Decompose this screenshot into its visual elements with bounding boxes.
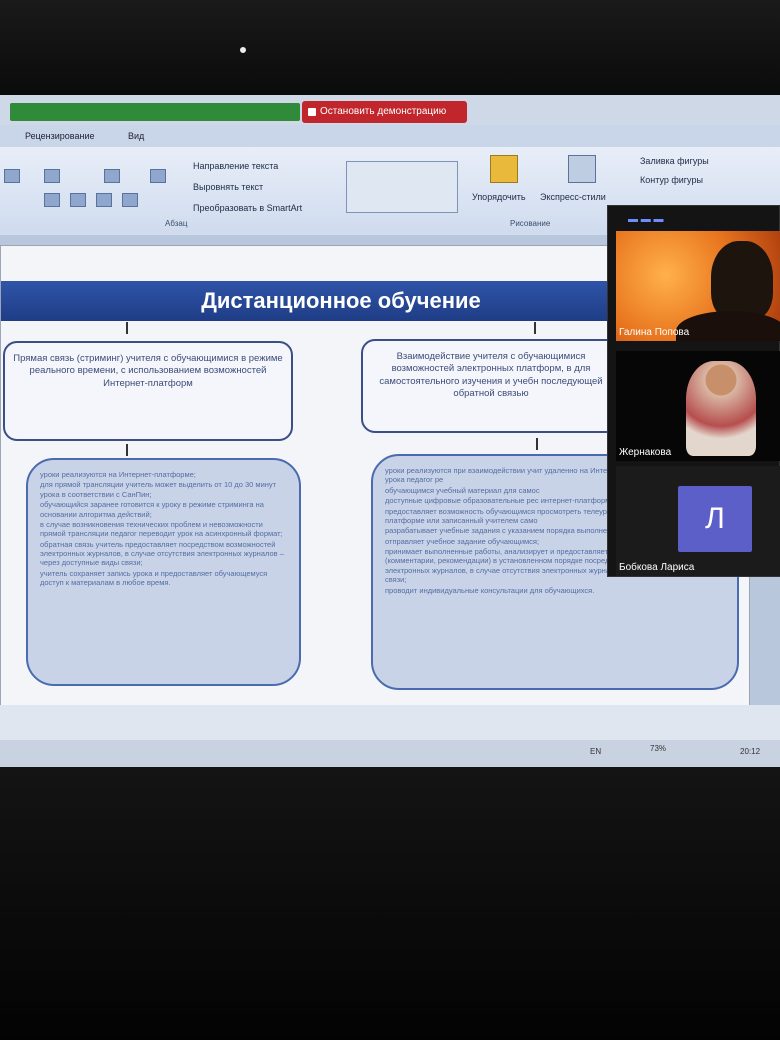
slide-title: Дистанционное обучение [1, 281, 681, 321]
right-concept-box: Взаимодействие учителя с обучающимися во… [361, 339, 621, 433]
text-direction-button[interactable]: Направление текста [193, 161, 278, 171]
arrange-button[interactable]: Упорядочить [472, 192, 526, 202]
bullets-icon[interactable] [44, 169, 60, 183]
zoom-level[interactable]: 73% [650, 744, 666, 753]
list-icon[interactable] [4, 169, 20, 183]
ribbon-tabs: Рецензирование Вид [0, 125, 780, 148]
quick-styles-icon[interactable] [568, 155, 596, 183]
list-item: обратная связь учитель предоставляет пос… [40, 539, 284, 568]
left-detail-list: уроки реализуются на Интернет-платформе;… [26, 458, 301, 686]
justify-icon[interactable] [122, 193, 138, 207]
left-concept-box: Прямая связь (стриминг) учителя с обучаю… [3, 341, 293, 441]
clock: 20:12 [740, 747, 761, 756]
participant-video [711, 241, 773, 321]
align-text-button[interactable]: Выровнять текст [193, 182, 263, 192]
list-item: проводит индивидуальные консультации для… [385, 585, 595, 595]
participant-tile[interactable]: Галина Попова [616, 231, 780, 341]
arrange-icon[interactable] [490, 155, 518, 183]
participant-name: Жернакова [619, 447, 672, 458]
connector-arrow [534, 322, 536, 334]
participant-tile[interactable]: Жернакова [616, 351, 780, 461]
shape-outline-button[interactable]: Контур фигуры [640, 175, 703, 185]
indent-icon[interactable] [104, 169, 120, 183]
convert-smartart-button[interactable]: Преобразовать в SmartArt [193, 203, 302, 213]
avatar: Л [678, 486, 752, 552]
video-call-panel: ▬ ▬ ▬ Галина Попова Жернакова Л Бобкова … [607, 205, 780, 577]
tab-review[interactable]: Рецензирование [25, 131, 95, 141]
line-spacing-icon[interactable] [150, 169, 166, 183]
align-left-icon[interactable] [44, 193, 60, 207]
monitor-bezel-top [0, 0, 780, 100]
screen-share-bar [10, 103, 300, 121]
participant-name: Бобкова Лариса [619, 562, 695, 573]
list-item: для прямой трансляции учитель может выде… [40, 480, 277, 499]
connector-arrow [536, 438, 538, 450]
list-item: обучающийся заранее готовится к уроку в … [40, 500, 264, 519]
taskbar: EN 73% 20:12 [0, 740, 780, 767]
participant-tile[interactable]: Л Бобкова Лариса [616, 466, 780, 576]
list-item: в случае возникновения технических пробл… [40, 519, 283, 539]
language-indicator[interactable]: EN [590, 747, 601, 756]
participant-name: Галина Попова [619, 327, 690, 338]
participant-video-body [676, 311, 780, 341]
connector-arrow [126, 322, 128, 334]
quick-styles-button[interactable]: Экспресс-стили [540, 192, 606, 202]
shape-fill-button[interactable]: Заливка фигуры [640, 156, 709, 166]
shapes-gallery-icon[interactable] [346, 161, 458, 213]
paragraph-group-label: Абзац [165, 219, 188, 228]
webcam-dot [240, 47, 246, 53]
drawing-group-label: Рисование [510, 219, 551, 228]
stop-sharing-button[interactable]: Остановить демонстрацию [302, 101, 467, 123]
monitor-bezel-bottom [0, 767, 780, 1040]
panel-grid-icon[interactable]: ▬ ▬ ▬ [628, 214, 664, 225]
align-center-icon[interactable] [70, 193, 86, 207]
align-right-icon[interactable] [96, 193, 112, 207]
list-item: уроки реализуются на Интернет-платформе; [40, 470, 196, 479]
connector-arrow [126, 444, 128, 456]
participant-video [686, 361, 756, 456]
tab-view[interactable]: Вид [128, 131, 144, 141]
list-item: учитель сохраняет запись урока и предост… [40, 568, 268, 588]
